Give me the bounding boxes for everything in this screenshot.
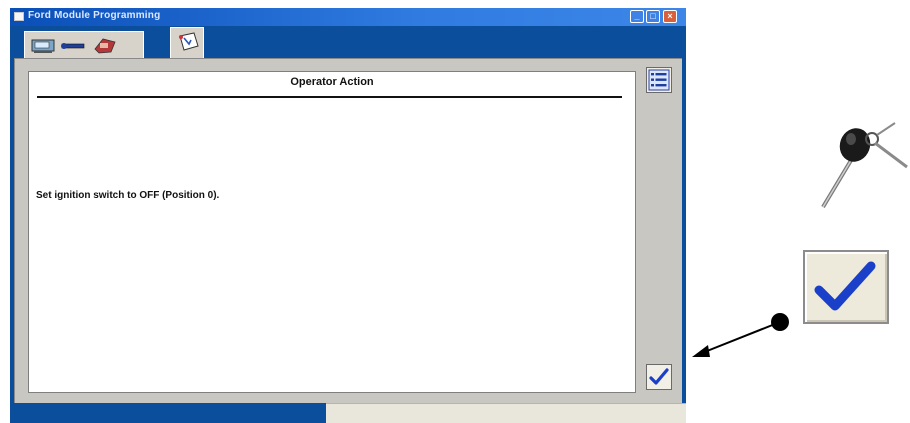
programming-tool-icon: [179, 32, 199, 51]
application-window: Ford Module Programming _ □ × Operator A…: [10, 8, 686, 423]
maximize-button[interactable]: □: [646, 10, 660, 23]
wrench-icon[interactable]: [59, 35, 87, 55]
tab-programming[interactable]: [170, 27, 204, 58]
status-bar-right: [326, 403, 686, 423]
close-button[interactable]: ×: [663, 10, 677, 23]
toolbar-tabs: [10, 26, 686, 58]
instruction-text: Set ignition switch to OFF (Position 0).: [36, 190, 220, 201]
main-panel: Operator Action Set ignition switch to O…: [14, 58, 682, 403]
panel-header: Operator Action: [290, 76, 374, 88]
enlarged-ok-button: [803, 250, 889, 324]
title-bar[interactable]: Ford Module Programming _ □ ×: [10, 8, 686, 26]
ignition-key-icon: [821, 122, 908, 209]
app-icon: [14, 12, 24, 21]
operator-action-panel: Operator Action Set ignition switch to O…: [28, 71, 636, 393]
status-bar-left: [10, 403, 326, 423]
ok-button[interactable]: [646, 364, 672, 390]
list-icon: [648, 69, 670, 91]
engine-icon[interactable]: [91, 35, 119, 55]
window-title: Ford Module Programming: [28, 10, 161, 21]
minimize-button[interactable]: _: [630, 10, 644, 23]
list-button[interactable]: [646, 67, 672, 93]
callout-arrow-icon: [692, 313, 789, 357]
vehicle-id-icon[interactable]: [29, 35, 57, 55]
header-divider: [37, 96, 622, 98]
tab-group: [24, 31, 144, 58]
checkmark-icon: [814, 261, 876, 311]
checkmark-icon: [649, 368, 669, 385]
